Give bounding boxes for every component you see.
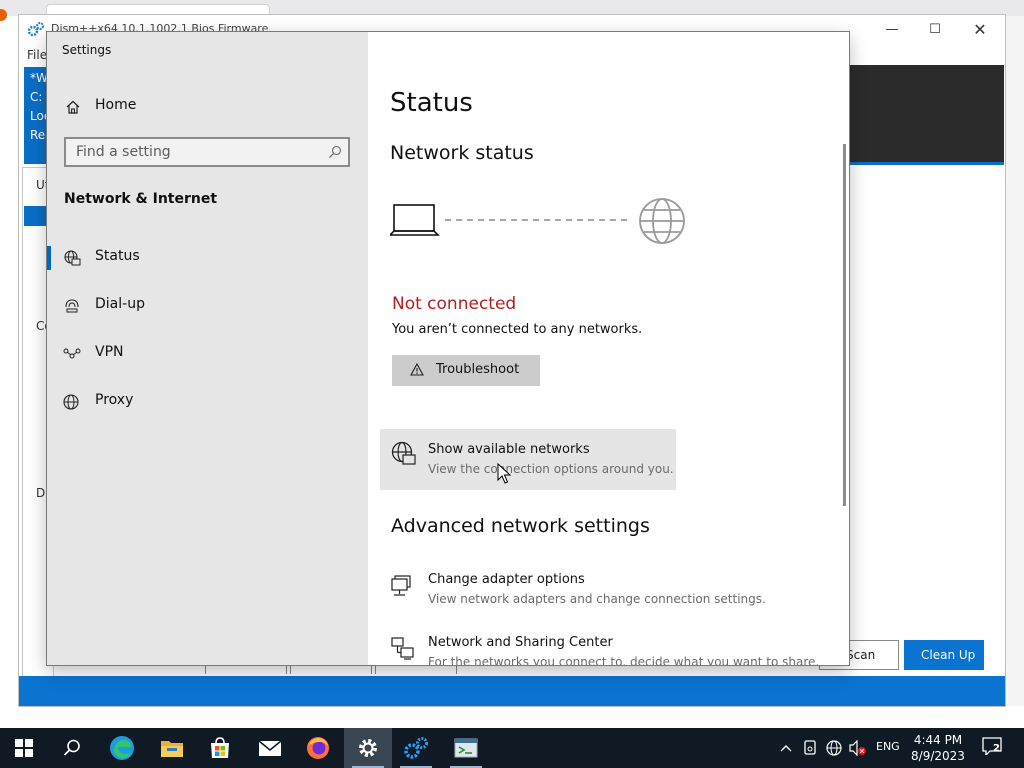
laptop-icon <box>390 204 440 236</box>
taskbar-edge[interactable] <box>98 728 146 768</box>
settings-icon <box>359 739 377 757</box>
network-sharing-center-link[interactable]: Network and Sharing Center For the netwo… <box>390 633 830 665</box>
advanced-settings-heading: Advanced network settings <box>391 515 650 537</box>
connection-description: You aren’t connected to any networks. <box>392 322 643 337</box>
mail-icon <box>258 740 282 756</box>
dism-maximize-button[interactable]: ☐ <box>920 19 950 41</box>
troubleshoot-label: Troubleshoot <box>436 362 520 377</box>
content-scrollbar[interactable] <box>843 144 846 506</box>
start-icon <box>15 739 33 757</box>
browser-scrollbar[interactable] <box>1006 16 1024 706</box>
vpn-icon <box>63 348 81 359</box>
globe-network-icon <box>64 250 81 266</box>
nav-item-label: Proxy <box>95 392 134 408</box>
nav-home[interactable]: Home <box>47 90 368 122</box>
nav-item-label: Dial-up <box>95 296 145 312</box>
language-indicator[interactable]: ENG <box>876 740 900 753</box>
dial-up-icon <box>65 299 79 313</box>
link-title: Change adapter options <box>428 572 585 587</box>
globe-network-icon <box>391 441 416 465</box>
device-icon[interactable] <box>803 740 817 756</box>
dism-close-button[interactable]: ✕ <box>965 19 995 41</box>
gears-icon <box>27 22 44 37</box>
clock-date: 8/9/2023 <box>911 749 965 763</box>
dism-status-bar <box>19 676 1005 706</box>
network-adapter-icon <box>391 575 411 596</box>
taskbar-file-explorer[interactable] <box>148 728 196 768</box>
dism-nav-selected[interactable] <box>24 206 49 226</box>
clock[interactable]: 4:44 PM 8/9/2023 <box>906 732 970 764</box>
chevron-up-icon[interactable] <box>780 743 792 753</box>
action-center-button[interactable]: 2 <box>982 737 1006 759</box>
dism-icon <box>404 737 428 759</box>
nav-item-proxy[interactable]: Proxy <box>47 382 368 422</box>
taskbar-mail[interactable] <box>246 728 294 768</box>
settings-nav-pane: Settings Home Network & Internet <box>47 32 368 665</box>
taskbar-search-button[interactable] <box>48 728 96 768</box>
taskbar-app[interactable] <box>442 728 490 768</box>
firefox-icon <box>0 9 7 21</box>
search-box[interactable] <box>64 137 350 167</box>
troubleshoot-button[interactable]: Troubleshoot <box>392 355 540 386</box>
nav-item-vpn[interactable]: VPN <box>47 334 368 374</box>
link-title: Network and Sharing Center <box>428 635 613 650</box>
section-heading: Network & Internet <box>64 191 218 207</box>
taskbar-dism[interactable] <box>392 728 440 768</box>
taskbar-firefox[interactable] <box>294 728 342 768</box>
terminal-app-icon <box>454 738 478 758</box>
network-status-diagram <box>390 198 685 244</box>
nav-item-label: Status <box>95 248 140 264</box>
selection-indicator <box>47 246 51 270</box>
network-status-heading: Network status <box>390 142 534 164</box>
search-icon <box>63 739 80 756</box>
settings-window: Settings Home Network & Internet <box>47 32 849 665</box>
link-description: View the connection options around you. <box>428 462 674 476</box>
firefox-icon <box>307 737 329 759</box>
taskbar-store[interactable] <box>196 728 244 768</box>
network-globe-icon[interactable] <box>826 740 844 756</box>
notification-count: 2 <box>993 743 1000 754</box>
taskbar-settings[interactable] <box>344 728 392 768</box>
home-icon <box>66 100 80 114</box>
volume-muted-icon[interactable] <box>849 740 867 756</box>
dism-menu-file[interactable]: File <box>27 48 47 62</box>
nav-item-status[interactable]: Status <box>47 238 368 278</box>
search-icon[interactable] <box>328 145 342 159</box>
globe-icon <box>63 394 79 410</box>
clean-up-button[interactable]: Clean Up <box>904 640 984 670</box>
show-available-networks-link[interactable]: Show available networks View the connect… <box>380 429 676 490</box>
link-title: Show available networks <box>428 442 590 457</box>
link-description: View network adapters and change connect… <box>428 592 766 606</box>
nav-item-label: VPN <box>95 344 124 360</box>
nav-item-dial-up[interactable]: Dial-up <box>47 286 368 326</box>
page-title: Status <box>390 88 473 118</box>
start-button[interactable] <box>0 728 48 768</box>
network-sharing-icon <box>391 637 414 660</box>
search-input[interactable] <box>76 142 316 162</box>
mouse-pointer-icon <box>497 463 511 484</box>
file-explorer-icon <box>161 741 183 757</box>
warning-icon <box>410 363 424 376</box>
dism-header-banner <box>849 65 1004 162</box>
taskbar: ENG 4:44 PM 8/9/2023 2 <box>0 728 1024 768</box>
dism-minimize-button[interactable]: — <box>877 19 907 41</box>
store-icon <box>211 737 229 758</box>
edge-icon <box>110 736 134 760</box>
nav-home-label: Home <box>95 97 137 113</box>
link-description: For the networks you connect to, decide … <box>428 655 820 665</box>
globe-icon <box>639 198 685 244</box>
dism-divider <box>849 162 1004 165</box>
settings-content: Status Network status Not connected You … <box>368 32 849 665</box>
clock-time: 4:44 PM <box>913 733 963 747</box>
connection-status: Not connected <box>392 294 517 314</box>
window-title: Settings <box>62 43 112 57</box>
change-adapter-options-link[interactable]: Change adapter options View network adap… <box>390 570 830 612</box>
